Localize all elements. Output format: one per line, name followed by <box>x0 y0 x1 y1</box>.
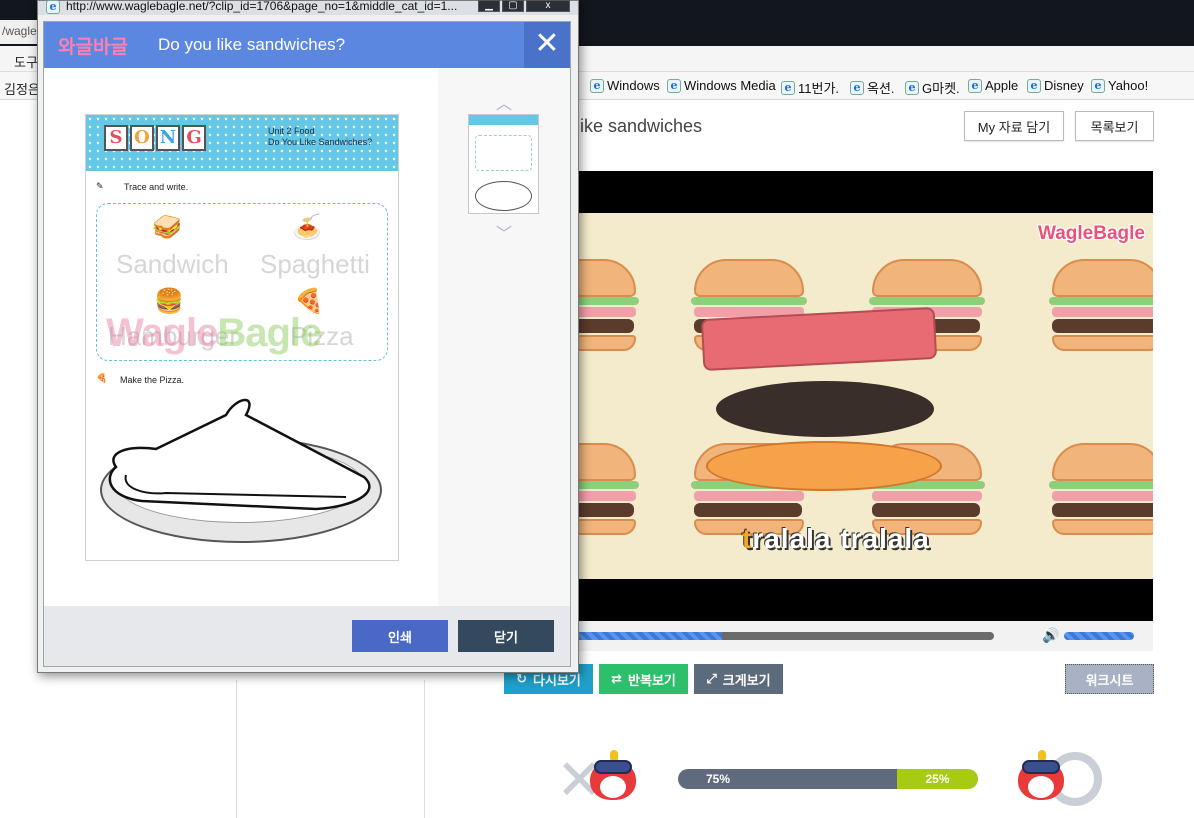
fav-disney[interactable]: e Disney <box>1027 78 1084 93</box>
popup-url: http://www.waglebagle.net/?clip_id=1706&… <box>66 0 458 13</box>
video-subtitle: tralala tralala <box>742 523 930 554</box>
mascot-left <box>586 750 640 806</box>
volume-icon[interactable]: 🔊 <box>1042 627 1059 644</box>
print-button[interactable]: 인쇄 <box>352 620 448 652</box>
popup-window: e http://www.waglebagle.net/?clip_id=170… <box>37 0 579 673</box>
repeat-button[interactable]: ⇄ 반복보기 <box>599 664 688 694</box>
vote-bar: 75% 25% <box>678 769 978 789</box>
video-title: like sandwiches <box>576 116 703 136</box>
video-controls: 🔊 <box>576 621 1153 651</box>
window-close-icon[interactable]: x <box>526 0 570 12</box>
ham-slice-illustration <box>700 306 938 372</box>
thumbnail-strip: ︿ ﹀ <box>438 68 570 606</box>
burger-illustration <box>576 259 639 351</box>
brand-logo: 와글바글 <box>58 37 128 58</box>
worksheet-button[interactable]: 워크시트 <box>1065 664 1154 694</box>
replay-icon: ↻ <box>516 671 528 686</box>
seek-bar[interactable] <box>576 632 994 640</box>
menu-tools[interactable]: 도구 <box>14 52 38 71</box>
ie-page-icon: e <box>1091 78 1105 93</box>
fav-11st[interactable]: e 11번가. <box>781 78 839 97</box>
ie-page-icon: e <box>905 80 919 95</box>
fullscreen-icon: ⤢ <box>706 671 717 686</box>
column-divider <box>424 680 425 818</box>
popup-footer: 인쇄 닫기 <box>44 606 570 666</box>
vote-right-segment: 25% <box>897 769 978 789</box>
volume-slider[interactable] <box>1064 632 1134 640</box>
burger-illustration <box>1049 259 1153 351</box>
fav-yahoo[interactable]: e Yahoo! <box>1091 78 1148 93</box>
ie-page-icon: e <box>968 78 982 93</box>
mascot-right <box>1014 750 1068 806</box>
close-button[interactable]: 닫기 <box>458 620 554 652</box>
video-player[interactable]: WagleBagle tralala tralala <box>576 171 1153 621</box>
seek-bar-fill <box>576 632 723 640</box>
vote-left-segment: 75% <box>678 769 897 789</box>
maximize-icon[interactable]: ▢ <box>502 0 524 12</box>
waglebagle-logo: WagleBagle <box>1038 223 1145 244</box>
ie-page-icon: e <box>850 80 864 95</box>
pizza-outline-drawing <box>108 398 371 511</box>
fav-gmarket[interactable]: e G마켓. <box>905 78 960 97</box>
close-icon[interactable]: ✕ <box>524 22 570 68</box>
ie-page-icon: e <box>667 78 681 93</box>
user-name-partial: 김정은 <box>4 82 40 97</box>
burger-illustration <box>1049 443 1153 535</box>
ie-icon: e <box>46 0 60 14</box>
fullscreen-button[interactable]: ⤢ 크게보기 <box>694 664 783 694</box>
popup-title: Do you like sandwiches? <box>158 35 346 54</box>
video-frame: WagleBagle tralala tralala <box>576 213 1153 579</box>
worksheet-page: S O N G Unit 2 Food Do You Like Sandwich… <box>85 114 399 561</box>
cheese-illustration <box>706 441 942 491</box>
column-divider <box>236 680 237 818</box>
ie-page-icon: e <box>781 80 795 95</box>
repeat-icon: ⇄ <box>611 671 623 686</box>
popup-titlebar: e http://www.waglebagle.net/?clip_id=170… <box>38 0 578 15</box>
fav-windows[interactable]: e Windows <box>590 78 660 93</box>
list-view-button[interactable]: 목록보기 <box>1075 111 1154 141</box>
worksheet-viewer: S O N G Unit 2 Food Do You Like Sandwich… <box>44 68 570 606</box>
chevron-down-icon[interactable]: ﹀ <box>496 220 512 244</box>
address-bar-partial[interactable]: /wagle <box>0 20 40 44</box>
ie-page-icon: e <box>1027 78 1041 93</box>
minimize-icon[interactable]: ▁ <box>478 0 500 12</box>
ie-page-icon: e <box>590 78 604 93</box>
popup-header: 와글바글 Do you like sandwiches? ✕ <box>44 22 570 68</box>
burger-illustration <box>576 443 639 535</box>
page-thumbnail[interactable] <box>468 114 539 214</box>
chevron-up-icon[interactable]: ︿ <box>496 90 512 114</box>
fav-windows-media[interactable]: e Windows Media <box>667 78 776 93</box>
volume-fill <box>1064 632 1134 640</box>
my-collection-button[interactable]: My 자료 담기 <box>964 111 1064 141</box>
patty-illustration <box>716 381 934 437</box>
fav-apple[interactable]: e Apple <box>968 78 1018 93</box>
fav-auction[interactable]: e 옥션. <box>850 78 895 97</box>
popup-body: 와글바글 Do you like sandwiches? ✕ S O N G U… <box>43 21 571 667</box>
